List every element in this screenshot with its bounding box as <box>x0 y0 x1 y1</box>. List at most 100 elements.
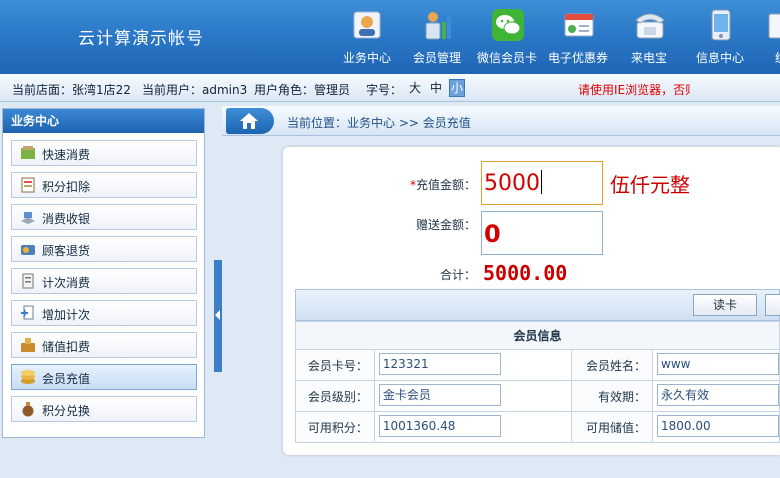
validity-cell: 永久有效 <box>652 380 780 412</box>
sidebar-item-label: 积分扣除 <box>42 180 91 194</box>
sidebar-item-stored-value[interactable]: 储值扣费 <box>11 332 197 358</box>
current-user: 当前用户：admin3 <box>142 83 248 97</box>
sidebar-item-quick-consume[interactable]: 快速消费 <box>11 140 197 166</box>
stats-icon <box>768 13 780 39</box>
font-size-label: 字号： <box>366 83 403 97</box>
member-info-table: 会员信息 会员卡号： 123321 会员姓名： www 会员级别： 金卡会员 有… <box>295 321 780 443</box>
sidebar-item-label: 储值扣费 <box>42 340 91 354</box>
table-row: 会员级别： 金卡会员 有效期： 永久有效 <box>295 380 780 412</box>
card-no-label: 会员卡号： <box>295 349 375 381</box>
sidebar-collapse-handle[interactable] <box>214 260 222 372</box>
nav-statistics[interactable]: 统 <box>750 6 780 70</box>
available-points-label: 可用积分： <box>295 411 375 443</box>
font-size-large[interactable]: 大 <box>407 79 423 97</box>
member-chart-icon <box>425 12 451 40</box>
sidebar-item-label: 消费收银 <box>42 212 91 226</box>
phone-icon <box>635 13 665 39</box>
recharge-amount-label-text: 充值金额： <box>415 178 476 192</box>
quick-consume-icon <box>21 146 35 159</box>
sidebar-item-label: 计次消费 <box>42 276 91 290</box>
total-value: 5000.00 <box>483 261 568 285</box>
recharge-amount-input[interactable]: 5000 <box>481 161 603 205</box>
nav-caller-id[interactable]: 来电宝 <box>618 6 680 70</box>
gift-amount-label: 赠送金额： <box>415 218 476 232</box>
validity-label: 有效期： <box>571 380 653 412</box>
nav-label: 电子优惠券 <box>547 51 608 65</box>
nav-label: 统 <box>744 49 780 66</box>
available-balance-field[interactable]: 1800.00 <box>657 414 779 437</box>
available-balance-cell: 1800.00 <box>652 411 780 443</box>
read-card-button[interactable]: 读卡 <box>693 294 757 316</box>
ie-browser-notice: 请使用IE浏览器，否则 <box>578 83 690 97</box>
recharge-amount-label: *充值金额： <box>398 176 476 193</box>
sidebar-item-return-goods[interactable]: 顾客退货 <box>11 236 197 262</box>
nav-label: 来电宝 <box>630 51 667 65</box>
card-no-field[interactable]: 123321 <box>378 352 501 375</box>
nav-label: 业务中心 <box>342 51 391 65</box>
font-size-small[interactable]: 小 <box>449 79 465 97</box>
member-info-title: 会员信息 <box>295 321 780 350</box>
points-exchange-icon <box>22 402 34 417</box>
member-recharge-icon <box>21 370 35 384</box>
card-no-cell: 123321 <box>373 349 573 381</box>
table-row: 会员卡号： 123321 会员姓名： www <box>295 349 780 381</box>
sidebar-item-points-deduct[interactable]: 积分扣除 <box>11 172 197 198</box>
sidebar-item-points-exchange[interactable]: 积分兑换 <box>11 396 197 422</box>
sidebar-item-add-count[interactable]: 增加计次 <box>11 300 197 326</box>
sidebar-item-label: 积分兑换 <box>42 404 91 418</box>
sidebar-item-label: 快速消费 <box>42 148 91 162</box>
breadcrumb-text: 当前位置：业务中心 >> 会员充值 <box>287 116 471 130</box>
sidebar-title: 业务中心 <box>3 109 204 133</box>
coupon-icon <box>564 13 594 37</box>
table-row: 可用积分： 1001360.48 可用储值： 1800.00 <box>295 411 780 443</box>
collapse-arrow-icon <box>215 310 220 320</box>
home-icon <box>240 113 258 129</box>
user-card-icon <box>353 11 381 39</box>
message-icon <box>711 9 731 41</box>
total-label: 合计： <box>439 268 476 282</box>
member-level-cell: 金卡会员 <box>373 380 573 412</box>
font-size-medium[interactable]: 中 <box>428 79 444 97</box>
available-balance-label: 可用储值： <box>571 411 653 443</box>
text-caret <box>541 170 542 194</box>
recharge-amount-value: 5000 <box>484 171 540 196</box>
cashier-icon <box>21 212 35 224</box>
top-header: 云计算演示帐号 业务中心 会员管理 微信会员卡 电子优惠券 来电宝 信息中心 <box>0 0 780 74</box>
nav-member-management[interactable]: 会员管理 <box>406 6 468 70</box>
validity-field[interactable]: 永久有效 <box>657 383 779 406</box>
member-name-label: 会员姓名： <box>571 349 653 381</box>
member-name-field[interactable]: www <box>657 352 779 375</box>
home-button[interactable] <box>226 108 274 134</box>
available-points-field[interactable]: 1001360.48 <box>378 414 501 437</box>
app-title: 云计算演示帐号 <box>78 29 204 49</box>
member-name-cell: www <box>652 349 780 381</box>
stored-value-icon <box>21 338 35 352</box>
nav-message-center[interactable]: 信息中心 <box>689 6 751 70</box>
nav-label: 会员管理 <box>412 51 461 65</box>
count-consume-icon <box>22 273 34 289</box>
sidebar-item-label: 顾客退货 <box>42 244 91 258</box>
user-role: 用户角色：管理员 <box>254 83 351 97</box>
wechat-icon <box>492 9 524 41</box>
recharge-panel: *充值金额： 5000 伍仟元整 赠送金额： 0 合计： 5000.00 读卡 … <box>283 147 780 455</box>
points-deduct-icon <box>21 177 35 193</box>
sidebar-item-member-recharge[interactable]: 会员充值 <box>11 364 197 390</box>
sidebar: 业务中心 快速消费 积分扣除 消费收银 顾客退货 计次消费 增加计次 储值扣费 … <box>2 108 205 438</box>
member-level-field[interactable]: 金卡会员 <box>378 383 501 406</box>
sidebar-item-cashier[interactable]: 消费收银 <box>11 204 197 230</box>
toolbar-button-2[interactable] <box>765 294 780 316</box>
gift-amount-input[interactable]: 0 <box>481 211 603 255</box>
nav-wechat-card[interactable]: 微信会员卡 <box>476 6 538 70</box>
sidebar-item-label: 会员充值 <box>42 372 91 386</box>
nav-label: 微信会员卡 <box>476 51 537 65</box>
member-level-label: 会员级别： <box>295 380 375 412</box>
current-store: 当前店面：张湾1店22 <box>12 83 131 97</box>
sidebar-item-count-consume[interactable]: 计次消费 <box>11 268 197 294</box>
breadcrumb: 当前位置：业务中心 >> 会员充值 <box>222 106 780 136</box>
nav-e-coupon[interactable]: 电子优惠券 <box>547 6 609 70</box>
add-count-icon <box>21 305 34 320</box>
sidebar-item-label: 增加计次 <box>42 308 91 322</box>
nav-business-center[interactable]: 业务中心 <box>336 6 398 70</box>
return-goods-icon <box>21 245 35 255</box>
card-toolbar: 读卡 <box>295 289 780 321</box>
